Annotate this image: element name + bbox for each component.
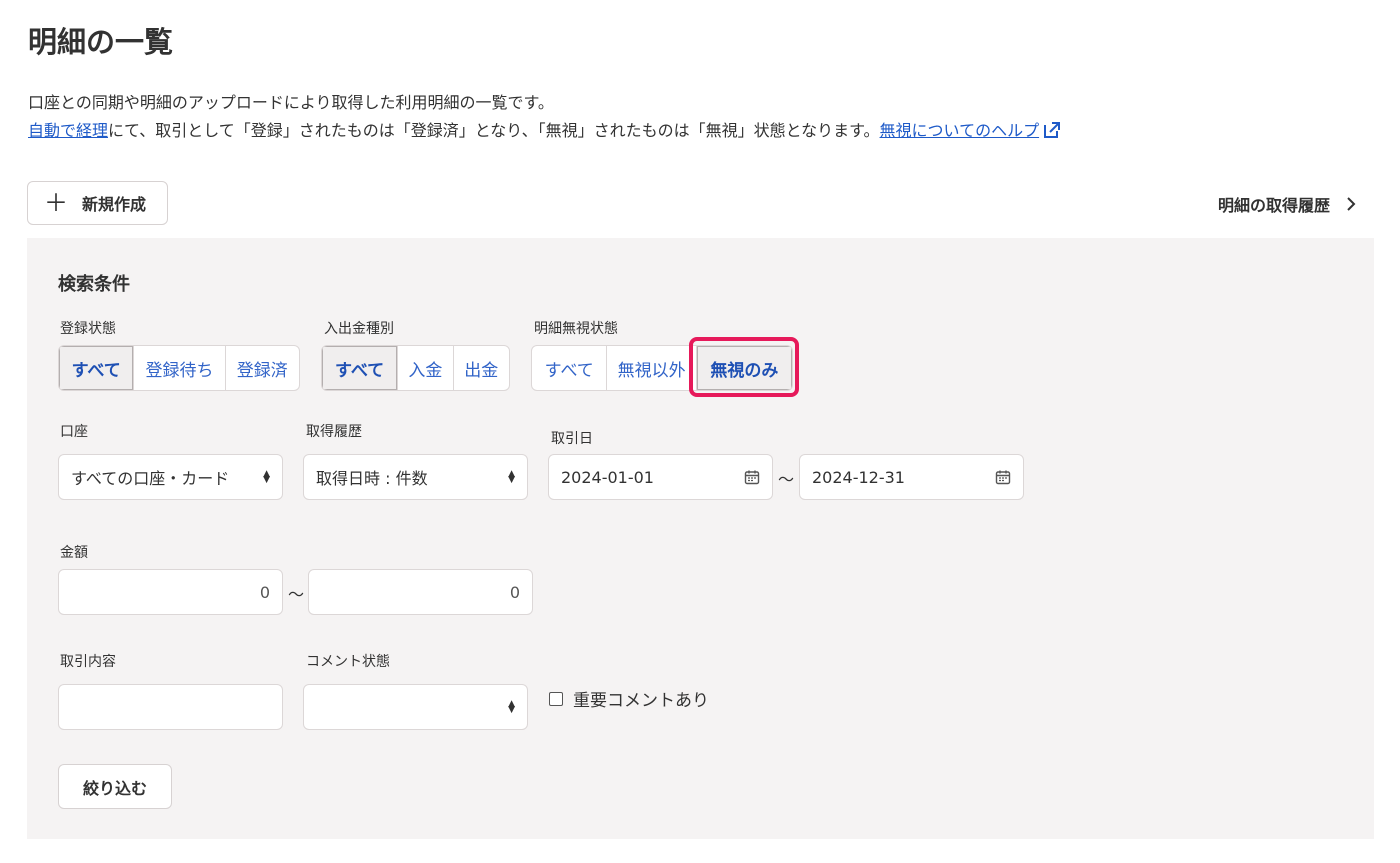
select-arrows-icon: ▲ ▼ [508, 469, 515, 485]
content-input[interactable] [58, 684, 283, 730]
calendar-icon[interactable] [744, 469, 760, 485]
new-create-button[interactable]: ＋ 新規作成 [27, 181, 168, 225]
amount-range-separator: 〜 [288, 585, 305, 604]
ignore-label: 明細無視状態 [534, 321, 618, 337]
registration-label: 登録状態 [60, 321, 116, 337]
comment-label: コメント状態 [306, 654, 390, 670]
amount-from-value: 0 [259, 582, 270, 602]
amount-to-value: 0 [509, 582, 520, 602]
select-arrows-icon: ▲ ▼ [263, 469, 270, 485]
amount-to-input[interactable]: 0 [308, 569, 533, 615]
account-select-value: すべての口座・カード [71, 469, 230, 488]
highlight-box [689, 337, 799, 397]
plus-icon: ＋ [44, 189, 68, 217]
external-link-icon[interactable] [1042, 120, 1062, 140]
auto-accounting-link[interactable]: 自動で経理 [28, 121, 108, 140]
registration-segment: すべて 登録待ち 登録済 [58, 345, 300, 391]
search-title: 検索条件 [58, 274, 130, 295]
date-to-input[interactable]: 2024-12-31 [799, 454, 1024, 500]
date-label: 取引日 [551, 431, 593, 447]
filter-button[interactable]: 絞り込む [58, 764, 172, 809]
page-title: 明細の一覧 [28, 25, 174, 59]
date-from-value: 2024-01-01 [561, 467, 654, 487]
ignore-help-link[interactable]: 無視についてのヘルプ [880, 121, 1040, 140]
account-select[interactable]: すべての口座・カード ▲ ▼ [58, 454, 283, 500]
fetch-history-select-value: 取得日時 : 件数 [316, 469, 428, 488]
registration-option-pending[interactable]: 登録待ち [133, 346, 224, 390]
account-label: 口座 [60, 424, 88, 440]
flow-option-deposit[interactable]: 入金 [397, 346, 452, 390]
search-panel [27, 238, 1374, 839]
ignore-option-all[interactable]: すべて [532, 346, 606, 390]
chevron-right-icon [1347, 197, 1356, 211]
select-arrows-icon: ▲ ▼ [508, 699, 515, 715]
date-to-value: 2024-12-31 [812, 467, 905, 487]
new-create-label: 新規作成 [82, 195, 147, 214]
description-line-1: 口座との同期や明細のアップロードにより取得した利用明細の一覧です。 [28, 93, 554, 112]
registration-option-registered[interactable]: 登録済 [224, 346, 299, 390]
flow-option-withdrawal[interactable]: 出金 [452, 346, 509, 390]
flow-label: 入出金種別 [324, 321, 394, 337]
page-description: 口座との同期や明細のアップロードにより取得した利用明細の一覧です。 自動で経理に… [28, 89, 1062, 145]
fetch-history-link[interactable]: 明細の取得履歴 [1218, 192, 1356, 216]
content-label: 取引内容 [60, 654, 116, 670]
date-range-separator: 〜 [778, 470, 795, 489]
important-comment-checkbox[interactable]: 重要コメントあり [549, 686, 709, 711]
fetch-history-label: 明細の取得履歴 [1217, 196, 1330, 215]
flow-option-all[interactable]: すべて [322, 346, 398, 390]
amount-from-input[interactable]: 0 [58, 569, 283, 615]
registration-option-all[interactable]: すべて [59, 346, 134, 390]
description-line-2: 自動で経理にて、取引として「登録」されたものは「登録済」となり、「無視」されたも… [28, 117, 1062, 145]
comment-select[interactable]: ▲ ▼ [303, 684, 528, 730]
flow-segment: すべて 入金 出金 [321, 345, 510, 391]
ignore-option-not-ignored[interactable]: 無視以外 [606, 346, 695, 390]
fetch-history-select-label: 取得履歴 [306, 424, 362, 440]
calendar-icon[interactable] [995, 469, 1011, 485]
amount-label: 金額 [60, 545, 88, 561]
important-comment-label: 重要コメントあり [573, 691, 709, 711]
checkbox-icon[interactable] [549, 691, 563, 706]
date-from-input[interactable]: 2024-01-01 [548, 454, 773, 500]
fetch-history-select[interactable]: 取得日時 : 件数 ▲ ▼ [303, 454, 528, 500]
description-text: にて、取引として「登録」されたものは「登録済」となり、「無視」されたものは「無視… [108, 121, 880, 140]
